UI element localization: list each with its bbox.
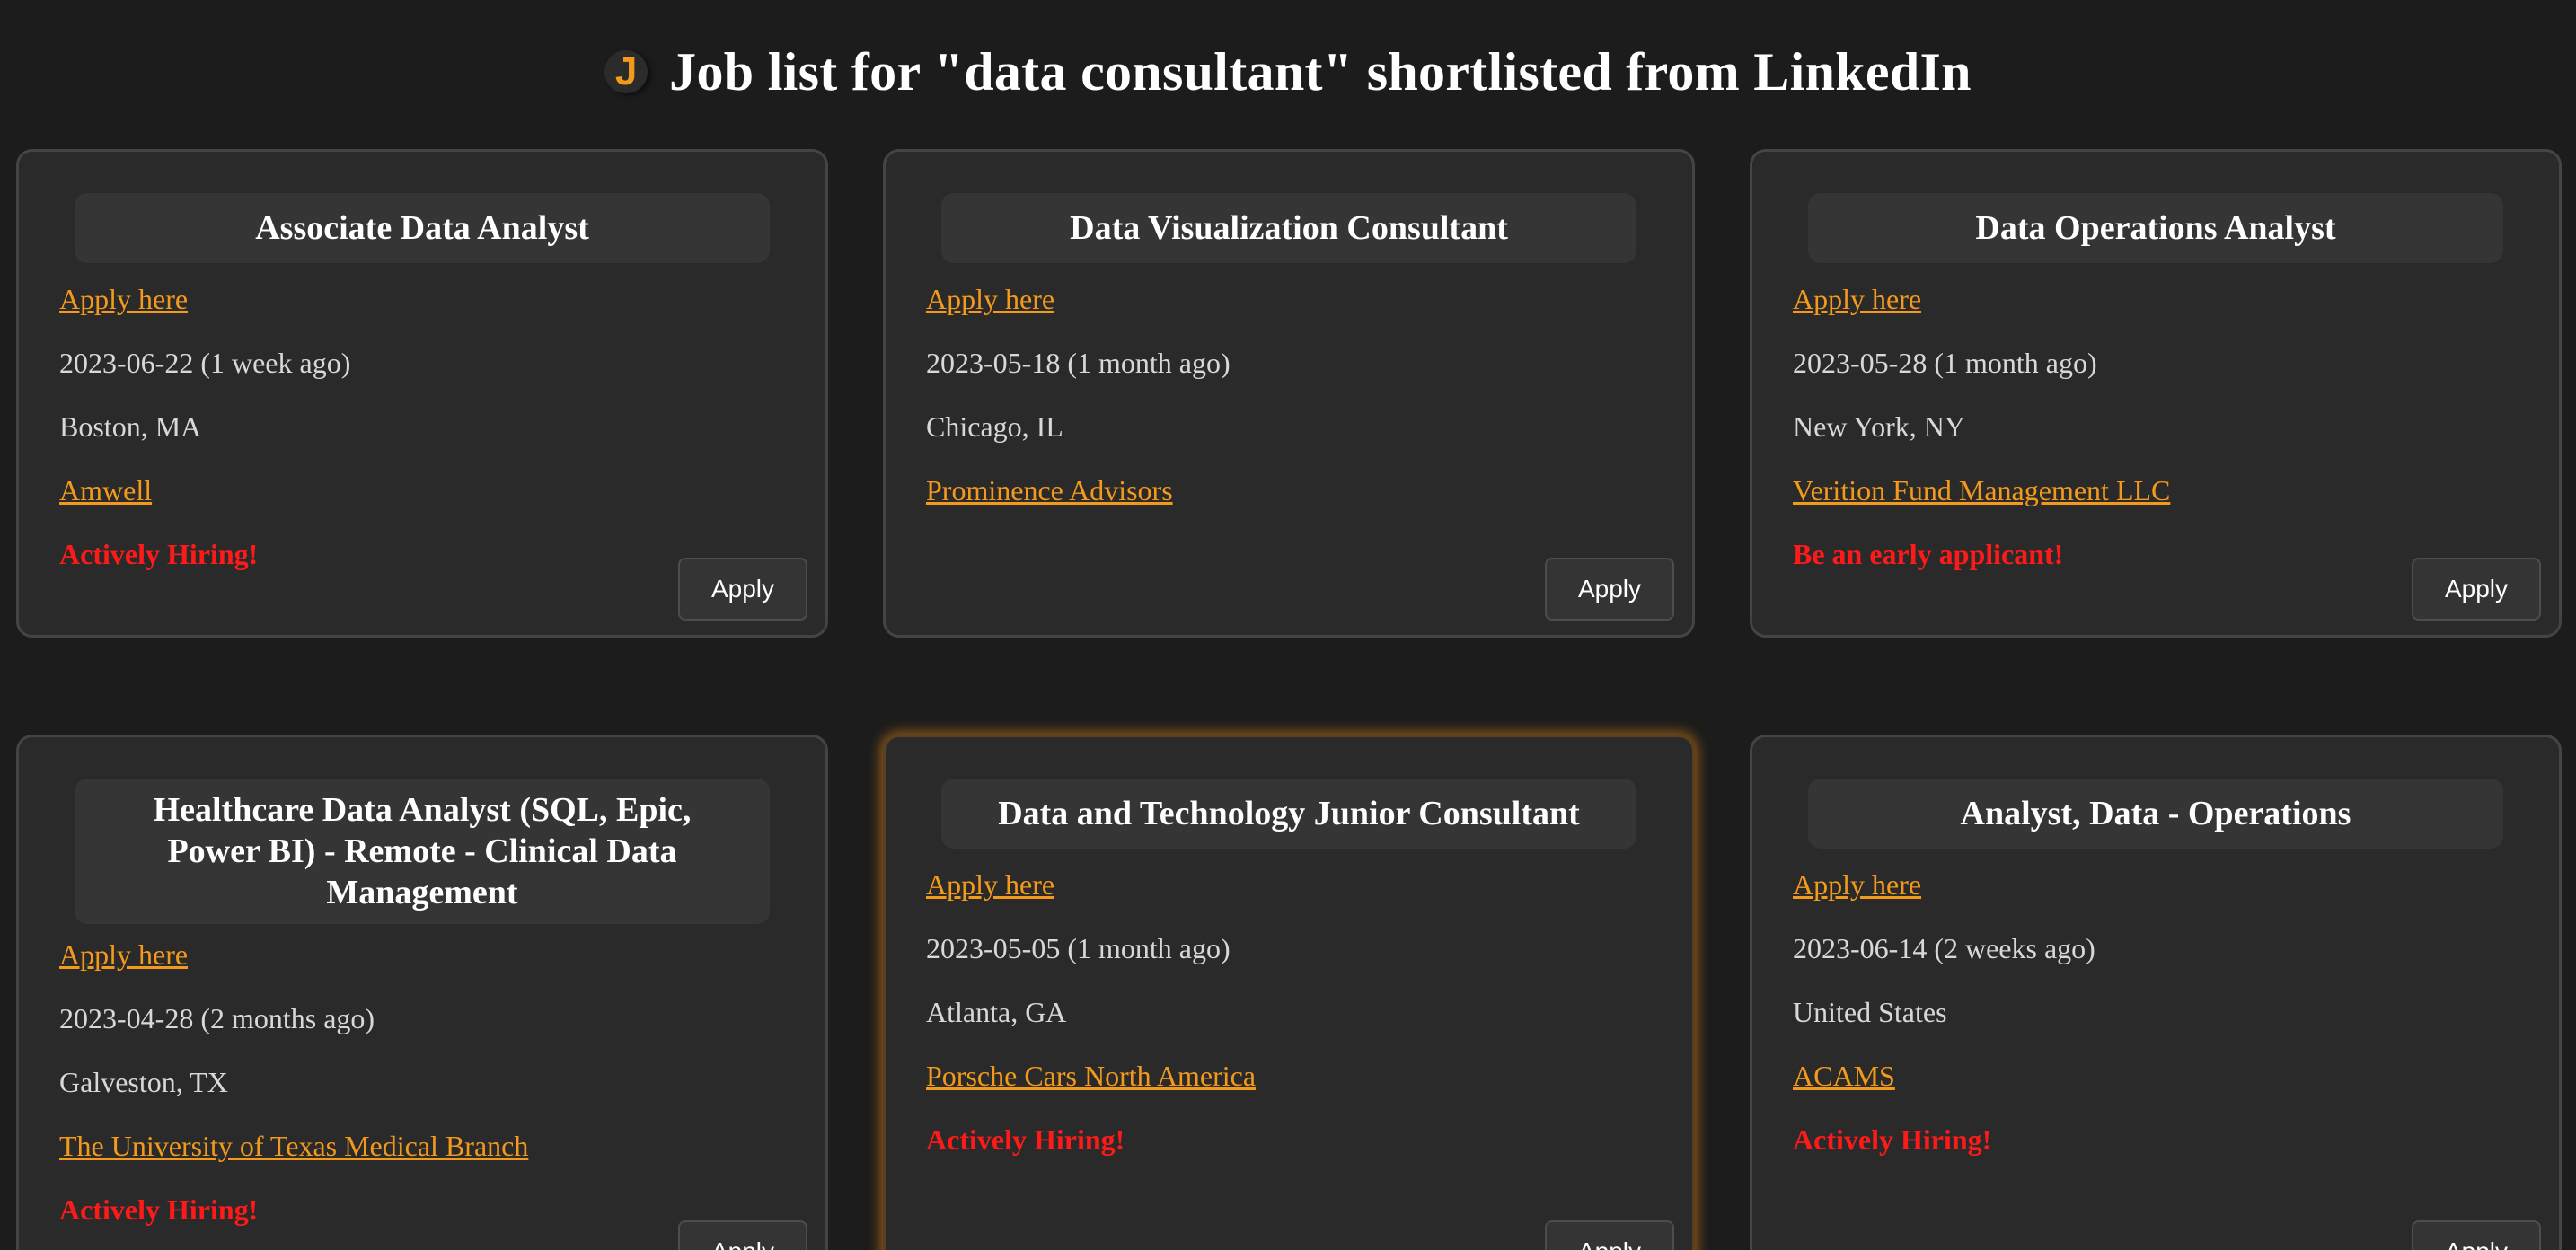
apply-button[interactable]: Apply	[1545, 1220, 1674, 1250]
posted-date: 2023-04-28 (2 months ago)	[59, 1002, 375, 1034]
posted-date: 2023-05-18 (1 month ago)	[926, 347, 1231, 379]
apply-button[interactable]: Apply	[678, 558, 807, 621]
job-location: Galveston, TX	[59, 1066, 228, 1098]
apply-button[interactable]: Apply	[1545, 558, 1674, 621]
job-card-highlighted: Data and Technology Junior Consultant Ap…	[883, 735, 1695, 1250]
company-link[interactable]: Amwell	[59, 474, 152, 507]
page-title: Job list for "data consultant" shortlist…	[669, 41, 1972, 101]
apply-here-link[interactable]: Apply here	[926, 868, 1054, 902]
job-card: Healthcare Data Analyst (SQL, Epic, Powe…	[16, 735, 828, 1250]
company-link[interactable]: Verition Fund Management LLC	[1793, 474, 2170, 507]
hiring-status: Actively Hiring!	[59, 538, 259, 570]
posted-date: 2023-05-05 (1 month ago)	[926, 932, 1231, 964]
page-header: J Job list for "data consultant" shortli…	[0, 36, 2576, 108]
job-location: New York, NY	[1793, 410, 1966, 443]
job-card: Data Visualization Consultant Apply here…	[883, 149, 1695, 638]
posted-date: 2023-06-22 (1 week ago)	[59, 347, 351, 379]
apply-button[interactable]: Apply	[2412, 1220, 2541, 1250]
job-location: United States	[1793, 996, 1947, 1028]
posted-date: 2023-06-14 (2 weeks ago)	[1793, 932, 2095, 964]
company-link[interactable]: ACAMS	[1793, 1060, 1895, 1093]
job-card-grid: Associate Data Analyst Apply here 2023-0…	[16, 149, 2562, 1250]
hiring-status: Actively Hiring!	[59, 1193, 259, 1226]
job-title: Associate Data Analyst	[75, 193, 770, 263]
apply-here-link[interactable]: Apply here	[1793, 283, 1921, 316]
hiring-status	[926, 523, 1652, 586]
job-title: Data and Technology Junior Consultant	[941, 779, 1636, 849]
job-card: Data Operations Analyst Apply here 2023-…	[1750, 149, 2562, 638]
logo: J	[604, 49, 648, 93]
job-location: Atlanta, GA	[926, 996, 1067, 1028]
posted-date: 2023-05-28 (1 month ago)	[1793, 347, 2097, 379]
hiring-status: Actively Hiring!	[926, 1123, 1125, 1156]
job-location: Boston, MA	[59, 410, 202, 443]
job-card: Analyst, Data - Operations Apply here 20…	[1750, 735, 2562, 1250]
company-link[interactable]: The University of Texas Medical Branch	[59, 1130, 528, 1163]
apply-button[interactable]: Apply	[2412, 558, 2541, 621]
company-link[interactable]: Prominence Advisors	[926, 474, 1173, 507]
job-card: Associate Data Analyst Apply here 2023-0…	[16, 149, 828, 638]
job-title: Healthcare Data Analyst (SQL, Epic, Powe…	[75, 779, 770, 924]
apply-here-link[interactable]: Apply here	[59, 938, 188, 972]
hiring-status: Be an early applicant!	[1793, 538, 2064, 570]
apply-here-link[interactable]: Apply here	[926, 283, 1054, 316]
job-title: Analyst, Data - Operations	[1808, 779, 2503, 849]
hiring-status: Actively Hiring!	[1793, 1123, 1992, 1156]
apply-here-link[interactable]: Apply here	[1793, 868, 1921, 902]
company-link[interactable]: Porsche Cars North America	[926, 1060, 1256, 1093]
apply-button[interactable]: Apply	[678, 1220, 807, 1250]
job-location: Chicago, IL	[926, 410, 1063, 443]
job-title: Data Operations Analyst	[1808, 193, 2503, 263]
apply-here-link[interactable]: Apply here	[59, 283, 188, 316]
job-title: Data Visualization Consultant	[941, 193, 1636, 263]
